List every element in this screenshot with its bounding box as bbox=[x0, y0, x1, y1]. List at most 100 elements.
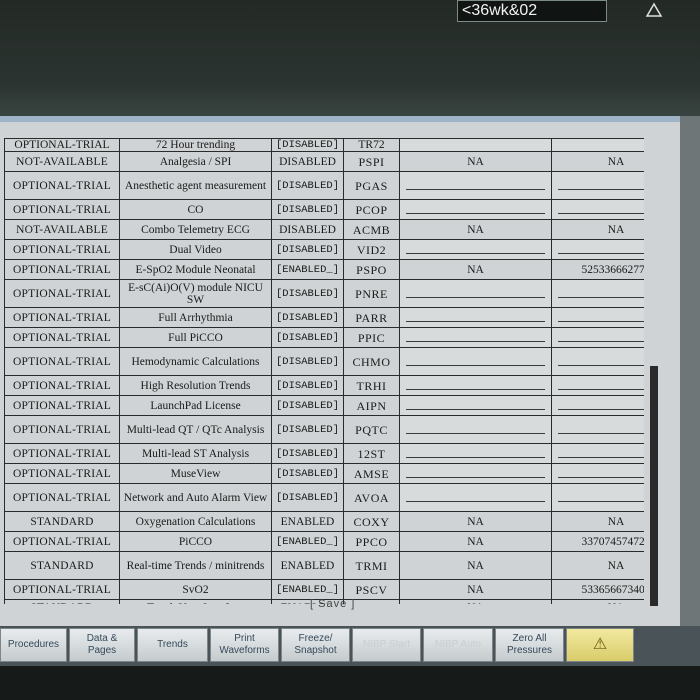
option-code: PSCV bbox=[343, 579, 400, 600]
table-row: STANDARD Oxygenation Calculations ENABLED C… bbox=[4, 511, 644, 532]
option-value-5: NA bbox=[399, 511, 552, 532]
option-value-5: NA bbox=[399, 579, 552, 600]
software-options-table: OPTIONAL-TRIAL 72 Hour trending [DISABLED]… bbox=[4, 138, 644, 604]
option-value-6: NA bbox=[551, 219, 644, 240]
table-row: OPTIONAL-TRIAL LaunchPad License [DISABLED… bbox=[4, 395, 644, 416]
option-state[interactable]: [DISABLED] bbox=[271, 375, 344, 396]
table-row: OPTIONAL-TRIAL Full Arrhythmia [DISABLED] P… bbox=[4, 307, 644, 328]
option-value-5: NA bbox=[399, 551, 552, 580]
procedures-button[interactable]: Procedures bbox=[0, 628, 67, 662]
table-row: OPTIONAL-TRIAL E-sC(Ai)O(V) module NICU S… bbox=[4, 279, 644, 308]
blank-field-line bbox=[558, 469, 644, 478]
option-value-5 bbox=[399, 415, 552, 444]
option-value-6 bbox=[551, 138, 644, 152]
option-status: OPTIONAL-TRIAL bbox=[4, 415, 120, 444]
option-status: OPTIONAL-TRIAL bbox=[4, 531, 120, 552]
option-value-5: NA bbox=[399, 151, 552, 172]
option-status: OPTIONAL-TRIAL bbox=[4, 307, 120, 328]
option-code: PSPO bbox=[343, 259, 400, 280]
blank-field-line bbox=[406, 425, 545, 434]
option-value-6: NA bbox=[551, 551, 644, 580]
option-value-5 bbox=[399, 375, 552, 396]
table-row: OPTIONAL-TRIAL SvO2 [ENABLED_] PSCV NA 533656… bbox=[4, 579, 644, 600]
blank-field-line bbox=[558, 245, 644, 254]
option-status: OPTIONAL-TRIAL bbox=[4, 138, 120, 152]
option-state[interactable]: [ENABLED_] bbox=[271, 259, 344, 280]
patient-category-box[interactable]: <36wk&02 bbox=[457, 0, 607, 22]
option-state[interactable]: [ENABLED_] bbox=[271, 531, 344, 552]
freeze-snapshot-button[interactable]: Freeze/ Snapshot bbox=[281, 628, 350, 662]
option-code: PPCO bbox=[343, 531, 400, 552]
option-code: ACMB bbox=[343, 219, 400, 240]
options-screen: OPTIONAL-TRIAL 72 Hour trending [DISABLED]… bbox=[0, 116, 700, 630]
option-state[interactable]: [DISABLED] bbox=[271, 415, 344, 444]
nibp-start-button[interactable]: NIBP Start bbox=[352, 628, 421, 662]
option-status: OPTIONAL-TRIAL bbox=[4, 279, 120, 308]
option-value-5 bbox=[399, 347, 552, 376]
option-name: CO bbox=[119, 199, 272, 220]
data-pages-button[interactable]: Data & Pages bbox=[69, 628, 135, 662]
option-state[interactable]: [DISABLED] bbox=[271, 279, 344, 308]
option-name: Full PiCCO bbox=[119, 327, 272, 348]
option-state[interactable]: [DISABLED] bbox=[271, 307, 344, 328]
option-code: PPIC bbox=[343, 327, 400, 348]
option-state[interactable]: DISABLED bbox=[271, 219, 344, 240]
option-state[interactable]: [DISABLED] bbox=[271, 199, 344, 220]
option-state[interactable]: [DISABLED] bbox=[271, 327, 344, 348]
table-row: OPTIONAL-TRIAL Multi-lead ST Analysis [DIS… bbox=[4, 443, 644, 464]
table-scrollbar[interactable] bbox=[650, 366, 658, 606]
option-value-5: NA bbox=[399, 531, 552, 552]
option-name: Dual Video bbox=[119, 239, 272, 260]
alarm-pause-button[interactable]: ⚠ bbox=[566, 628, 634, 662]
option-code: 12ST bbox=[343, 443, 400, 464]
alarm-bell-icon[interactable] bbox=[608, 0, 700, 22]
option-state[interactable]: [DISABLED] bbox=[271, 483, 344, 512]
option-name: Real-time Trends / minitrends bbox=[119, 551, 272, 580]
option-state[interactable]: ENABLED bbox=[271, 511, 344, 532]
save-button[interactable]: [ Save ] bbox=[310, 598, 355, 610]
option-state[interactable]: [DISABLED] bbox=[271, 395, 344, 416]
option-state[interactable]: [DISABLED] bbox=[271, 347, 344, 376]
option-state[interactable]: [ENABLED_] bbox=[271, 579, 344, 600]
option-status: STANDARD bbox=[4, 511, 120, 532]
option-value-5 bbox=[399, 395, 552, 416]
option-code: TR72 bbox=[343, 138, 400, 152]
option-name: Analgesia / SPI bbox=[119, 151, 272, 172]
blank-field-line bbox=[558, 401, 644, 410]
option-value-6 bbox=[551, 395, 644, 416]
option-state[interactable]: [DISABLED] bbox=[271, 171, 344, 200]
option-state[interactable]: [DISABLED] bbox=[271, 138, 344, 152]
option-value-6 bbox=[551, 307, 644, 328]
bottom-button-bar: Procedures Data & Pages Trends Print Wavefo… bbox=[0, 626, 700, 666]
option-value-5 bbox=[399, 327, 552, 348]
option-code: PGAS bbox=[343, 171, 400, 200]
blank-field-line bbox=[406, 333, 545, 342]
option-state[interactable]: [DISABLED] bbox=[271, 443, 344, 464]
option-value-6 bbox=[551, 239, 644, 260]
option-code: AIPN bbox=[343, 395, 400, 416]
option-status: STANDARD bbox=[4, 599, 120, 604]
option-value-6 bbox=[551, 375, 644, 396]
option-code: AVOA bbox=[343, 483, 400, 512]
zero-all-pressures-button[interactable]: Zero All Pressures bbox=[495, 628, 564, 662]
table-row: OPTIONAL-TRIAL Full PiCCO [DISABLED] PPIC bbox=[4, 327, 644, 348]
option-state[interactable]: DISABLED bbox=[271, 151, 344, 172]
option-state[interactable]: ENABLED bbox=[271, 551, 344, 580]
option-state[interactable]: [DISABLED] bbox=[271, 239, 344, 260]
option-code: PNRE bbox=[343, 279, 400, 308]
screen-right-frame bbox=[680, 116, 700, 630]
print-waveforms-button[interactable]: Print Waveforms bbox=[210, 628, 279, 662]
option-value-6: NA bbox=[551, 511, 644, 532]
option-name: SvO2 bbox=[119, 579, 272, 600]
option-state[interactable]: [DISABLED] bbox=[271, 463, 344, 484]
options-table-container[interactable]: OPTIONAL-TRIAL 72 Hour trending [DISABLED]… bbox=[4, 138, 644, 604]
option-code: AMSE bbox=[343, 463, 400, 484]
option-name: Oxygenation Calculations bbox=[119, 511, 272, 532]
option-code: PARR bbox=[343, 307, 400, 328]
trends-button[interactable]: Trends bbox=[137, 628, 208, 662]
option-value-5 bbox=[399, 463, 552, 484]
option-value-5 bbox=[399, 138, 552, 152]
option-value-6 bbox=[551, 483, 644, 512]
nibp-auto-button[interactable]: NIBP Auto bbox=[423, 628, 493, 662]
option-code: VID2 bbox=[343, 239, 400, 260]
